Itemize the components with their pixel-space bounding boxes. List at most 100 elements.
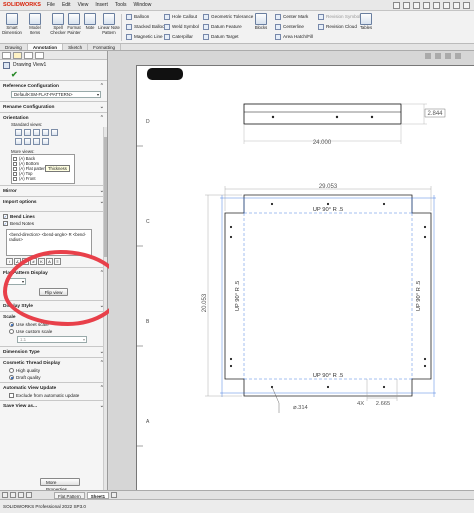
datum-feature-button[interactable]: Datum Feature: [203, 23, 242, 30]
checkbox[interactable]: [13, 171, 17, 176]
first-sheet-icon[interactable]: [2, 492, 8, 498]
prev-sheet-icon[interactable]: [10, 492, 16, 498]
ok-button[interactable]: ✔: [0, 70, 107, 80]
custom-scale-select[interactable]: 1:1 ▾: [17, 336, 87, 343]
tab-annotation[interactable]: Annotation: [27, 44, 64, 50]
checkbox[interactable]: [13, 161, 17, 166]
bend-note-left[interactable]: UP 90° R .5: [235, 281, 241, 312]
open-icon[interactable]: [403, 1, 410, 9]
bend-lines-checkbox[interactable]: ✓: [3, 214, 8, 219]
dimension-type-header[interactable]: Dimension Type ⌄: [3, 348, 104, 356]
view-settings-icon[interactable]: [455, 53, 461, 59]
dimxpert-tab-icon[interactable]: [35, 52, 44, 59]
use-custom-scale-row[interactable]: Use custom scale: [9, 328, 104, 335]
automatic-view-update-header[interactable]: Automatic View Update ⌃: [3, 384, 104, 392]
undo-icon[interactable]: [433, 1, 440, 9]
view-orientation-icon[interactable]: [425, 53, 431, 59]
next-sheet-icon[interactable]: [18, 492, 24, 498]
top-dimension[interactable]: 29.053: [319, 184, 338, 190]
tables-button[interactable]: Tables: [355, 13, 377, 31]
menu-file[interactable]: File: [47, 2, 55, 8]
options-icon[interactable]: [463, 1, 470, 9]
feature-manager-tab-icon[interactable]: [2, 52, 11, 59]
weld-symbol-button[interactable]: Weld Symbol: [164, 23, 199, 30]
center-mark-button[interactable]: Center Mark: [275, 13, 308, 20]
datum-target-button[interactable]: Datum Target: [203, 33, 239, 40]
add-sheet-icon[interactable]: [111, 492, 118, 498]
menu-view[interactable]: View: [78, 2, 89, 8]
view-front-icon[interactable]: [15, 129, 22, 136]
print-icon[interactable]: [423, 1, 430, 9]
side-dimension[interactable]: 20.053: [202, 293, 208, 312]
view-iso-icon[interactable]: [24, 138, 31, 145]
mirror-header[interactable]: Mirror ⌄: [3, 187, 104, 195]
menu-insert[interactable]: Insert: [95, 2, 108, 8]
centerline-button[interactable]: Centerline: [275, 23, 304, 30]
bend-direction-icon[interactable]: ↕: [6, 258, 13, 265]
revision-symbol-button[interactable]: Revision Symbol: [318, 13, 360, 20]
save-view-as-header[interactable]: Save View as... ⌄: [3, 402, 104, 410]
hole-spacing-dimension[interactable]: 2.665: [376, 401, 391, 407]
revision-cloud-button[interactable]: Revision Cloud: [318, 23, 357, 30]
smart-dimension-button[interactable]: Smart Dimension: [1, 13, 23, 35]
thickness-dimension[interactable]: 2.844: [427, 111, 443, 117]
view-dimetric-icon[interactable]: [33, 138, 40, 145]
menu-tools[interactable]: Tools: [115, 2, 127, 8]
width-dimension[interactable]: 24.000: [313, 140, 332, 146]
tab-drawing[interactable]: Drawing: [0, 44, 28, 50]
high-quality-radio[interactable]: [9, 368, 14, 373]
stacked-balloon-button[interactable]: Stacked Balloon: [126, 23, 167, 30]
hole-callout-button[interactable]: Hole Callout: [164, 13, 197, 20]
bend-notes-checkbox[interactable]: ✓: [3, 221, 8, 226]
hole-count[interactable]: 4X: [357, 401, 364, 407]
tab-sheet1[interactable]: Sheet1: [86, 491, 110, 499]
drawing-area[interactable]: D C B A 24.000 2.844 29.053 20.053 UP 90…: [109, 51, 474, 490]
draft-quality-row[interactable]: Draft quality: [9, 374, 104, 381]
draft-quality-radio[interactable]: [9, 375, 14, 380]
zoom-fit-icon[interactable]: [435, 53, 441, 59]
bend-note-bottom[interactable]: UP 90° R .5: [313, 373, 344, 379]
new-icon[interactable]: [393, 1, 400, 9]
scrollbar-thumb[interactable]: [104, 137, 107, 257]
import-options-header[interactable]: Import options ⌄: [3, 198, 104, 206]
view-back-icon[interactable]: [24, 129, 31, 136]
model-items-button[interactable]: Model Items: [24, 13, 46, 35]
orientation-header[interactable]: Orientation ⌃: [3, 114, 104, 122]
bend-note-top[interactable]: UP 90° R .5: [313, 207, 344, 213]
top-view[interactable]: 24.000 2.844: [243, 103, 446, 146]
menu-edit[interactable]: Edit: [62, 2, 71, 8]
display-style-icon[interactable]: [445, 53, 451, 59]
rebuild-icon[interactable]: [453, 1, 460, 9]
rename-configuration-header[interactable]: Rename Configuration ⌄: [3, 103, 104, 111]
reference-configuration-header[interactable]: Reference Configuration ⌃: [3, 82, 104, 90]
geometric-tolerance-button[interactable]: Geometric Tolerance: [203, 13, 253, 20]
cosmetic-thread-header[interactable]: Cosmetic Thread Display ⌃: [3, 359, 104, 367]
tab-flat-pattern[interactable]: Flat Pattern: [54, 491, 85, 499]
use-custom-scale-radio[interactable]: [9, 329, 14, 334]
view-trimetric-icon[interactable]: [42, 138, 49, 145]
property-manager-tab-icon[interactable]: [13, 52, 22, 59]
tab-sketch[interactable]: Sketch: [63, 44, 89, 50]
exclude-auto-update-row[interactable]: Exclude from automatic update: [9, 392, 104, 399]
view-right-icon[interactable]: [42, 129, 49, 136]
balloon-button[interactable]: Balloon: [126, 13, 149, 20]
last-sheet-icon[interactable]: [26, 492, 32, 498]
list-item[interactable]: (A) Front: [13, 176, 73, 181]
checkbox[interactable]: [13, 156, 17, 161]
magnetic-line-button[interactable]: Magnetic Line: [126, 33, 163, 40]
more-properties-button[interactable]: More Properties...: [40, 478, 80, 492]
hole-diameter-callout[interactable]: ⌀.314: [293, 405, 309, 411]
solidworks-logo[interactable]: SOLIDWORKS: [3, 2, 41, 8]
linear-note-pattern-button[interactable]: Linear Note Pattern: [98, 13, 120, 35]
view-left-icon[interactable]: [33, 129, 40, 136]
caterpillar-button[interactable]: Caterpillar: [164, 33, 193, 40]
checkbox[interactable]: [13, 176, 17, 181]
bend-notes-row[interactable]: ✓ Bend Notes: [3, 220, 104, 227]
bend-lines-row[interactable]: ✓ Bend Lines: [3, 213, 104, 220]
blocks-button[interactable]: Blocks: [250, 13, 272, 31]
menu-window[interactable]: Window: [134, 2, 152, 8]
view-bottom-icon[interactable]: [15, 138, 22, 145]
bend-note-right[interactable]: UP 90° R .5: [416, 281, 422, 312]
configuration-select[interactable]: Default<SM-FLAT-PATTERN> ▾: [11, 91, 101, 98]
configuration-manager-tab-icon[interactable]: [24, 52, 33, 59]
